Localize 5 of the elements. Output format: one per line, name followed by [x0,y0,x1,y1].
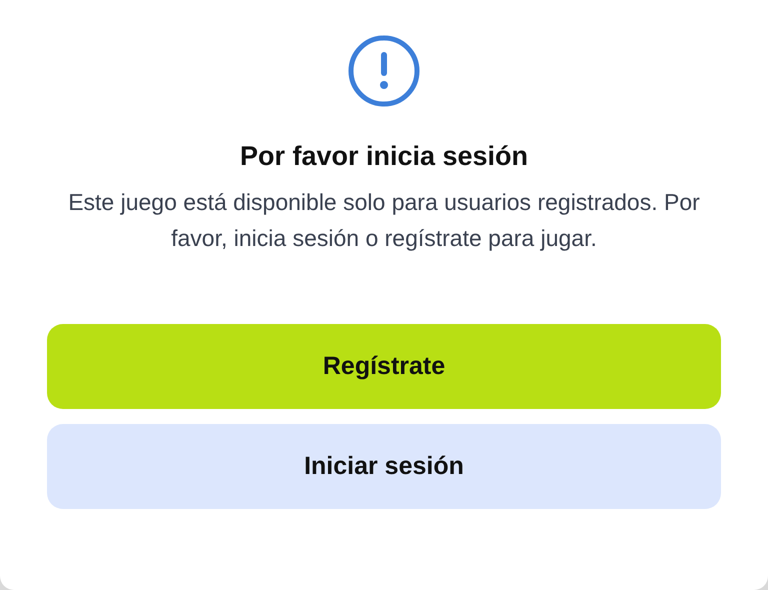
register-button[interactable]: Regístrate [47,324,721,409]
dialog-message: Este juego está disponible solo para usuarios registrados. Por favor, inicia sesión o regístrate para jugar. [67,188,701,253]
warning-icon [348,35,420,107]
dialog-title: Por favor inicia sesión [240,140,528,172]
login-button[interactable]: Iniciar sesión [47,424,721,509]
